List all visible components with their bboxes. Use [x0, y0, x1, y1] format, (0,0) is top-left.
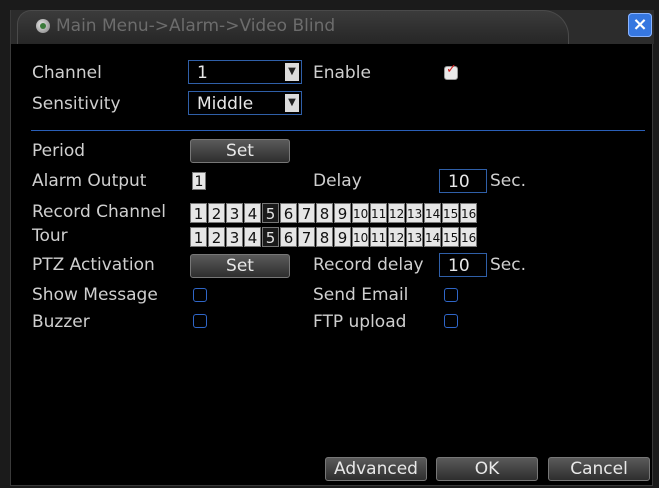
send-email-label: Send Email — [313, 285, 409, 305]
delay-label: Delay — [313, 171, 362, 191]
window-title: Main Menu->Alarm->Video Blind — [56, 16, 336, 36]
tour-channel-10[interactable]: 10 — [352, 227, 369, 247]
tour-channel-13[interactable]: 13 — [406, 227, 423, 247]
enable-label: Enable — [313, 63, 371, 83]
title-bar: Main Menu->Alarm->Video Blind × — [11, 10, 654, 44]
tour-channel-3[interactable]: 3 — [226, 227, 243, 247]
record-channel-5[interactable]: 5 — [262, 203, 279, 223]
record-channel-3[interactable]: 3 — [226, 203, 243, 223]
tour-channel-14[interactable]: 14 — [424, 227, 441, 247]
tour-channel-1[interactable]: 1 — [190, 227, 207, 247]
ptz-set-button[interactable]: Set — [190, 254, 290, 278]
channel-value: 1 — [197, 63, 208, 83]
record-channel-8[interactable]: 8 — [316, 203, 333, 223]
record-channel-label: Record Channel — [32, 202, 166, 222]
title-tab: Main Menu->Alarm->Video Blind — [17, 10, 569, 44]
tour-channel-7[interactable]: 7 — [298, 227, 315, 247]
tour-channel-15[interactable]: 15 — [442, 227, 459, 247]
tour-channel-4[interactable]: 4 — [244, 227, 261, 247]
tour-channel-9[interactable]: 9 — [334, 227, 351, 247]
tour-channel-2[interactable]: 2 — [208, 227, 225, 247]
tour-channel-16[interactable]: 16 — [460, 227, 477, 247]
record-channel-1[interactable]: 1 — [190, 203, 207, 223]
ok-button[interactable]: OK — [436, 457, 538, 481]
cancel-button[interactable]: Cancel — [548, 457, 650, 481]
ftp-upload-checkbox[interactable] — [444, 314, 458, 328]
record-channel-15[interactable]: 15 — [442, 203, 459, 223]
record-channel-7[interactable]: 7 — [298, 203, 315, 223]
channel-label: Channel — [32, 63, 102, 83]
record-channel-2[interactable]: 2 — [208, 203, 225, 223]
dropdown-arrow-icon: ▼ — [285, 94, 299, 112]
sensitivity-value: Middle — [197, 94, 254, 114]
video-blind-window: Main Menu->Alarm->Video Blind × Channel … — [10, 10, 654, 486]
show-message-checkbox[interactable] — [193, 288, 207, 302]
close-button[interactable]: × — [628, 13, 652, 37]
buzzer-checkbox[interactable] — [193, 314, 207, 328]
record-channel-16[interactable]: 16 — [460, 203, 477, 223]
record-channel-4[interactable]: 4 — [244, 203, 261, 223]
dropdown-arrow-icon: ▼ — [285, 63, 299, 81]
delay-unit: Sec. — [490, 171, 527, 191]
delay-input[interactable]: 10 — [439, 169, 487, 193]
channel-dropdown[interactable]: 1 ▼ — [188, 60, 302, 84]
alarm-output-toggle[interactable]: 1 — [192, 172, 206, 190]
tour-channel-11[interactable]: 11 — [370, 227, 387, 247]
tour-label: Tour — [32, 226, 68, 246]
sensitivity-dropdown[interactable]: Middle ▼ — [188, 91, 302, 115]
record-channel-grid: 1 2 3 4 5 6 7 8 9 10 11 12 13 14 15 16 — [190, 203, 478, 223]
record-channel-14[interactable]: 14 — [424, 203, 441, 223]
record-channel-9[interactable]: 9 — [334, 203, 351, 223]
record-delay-input[interactable]: 10 — [439, 253, 487, 277]
ftp-upload-label: FTP upload — [313, 312, 407, 332]
enable-checkbox[interactable] — [444, 62, 458, 80]
period-set-button[interactable]: Set — [190, 139, 290, 163]
sensitivity-label: Sensitivity — [32, 94, 121, 114]
alarm-output-label: Alarm Output — [32, 171, 147, 191]
record-channel-10[interactable]: 10 — [352, 203, 369, 223]
record-channel-11[interactable]: 11 — [370, 203, 387, 223]
send-email-checkbox[interactable] — [444, 288, 458, 302]
record-delay-unit: Sec. — [490, 255, 527, 275]
tour-channel-8[interactable]: 8 — [316, 227, 333, 247]
tour-channel-5[interactable]: 5 — [262, 227, 279, 247]
record-channel-13[interactable]: 13 — [406, 203, 423, 223]
ptz-activation-label: PTZ Activation — [32, 255, 155, 275]
period-label: Period — [32, 141, 86, 161]
record-delay-label: Record delay — [313, 255, 424, 275]
tour-grid: 1 2 3 4 5 6 7 8 9 10 11 12 13 14 15 16 — [190, 227, 478, 247]
tour-channel-12[interactable]: 12 — [388, 227, 405, 247]
show-message-label: Show Message — [32, 285, 158, 305]
tour-channel-6[interactable]: 6 — [280, 227, 297, 247]
record-channel-6[interactable]: 6 — [280, 203, 297, 223]
advanced-button[interactable]: Advanced — [325, 457, 427, 481]
buzzer-label: Buzzer — [32, 312, 90, 332]
separator — [31, 130, 645, 131]
record-channel-12[interactable]: 12 — [388, 203, 405, 223]
menu-globe-icon — [36, 19, 50, 33]
